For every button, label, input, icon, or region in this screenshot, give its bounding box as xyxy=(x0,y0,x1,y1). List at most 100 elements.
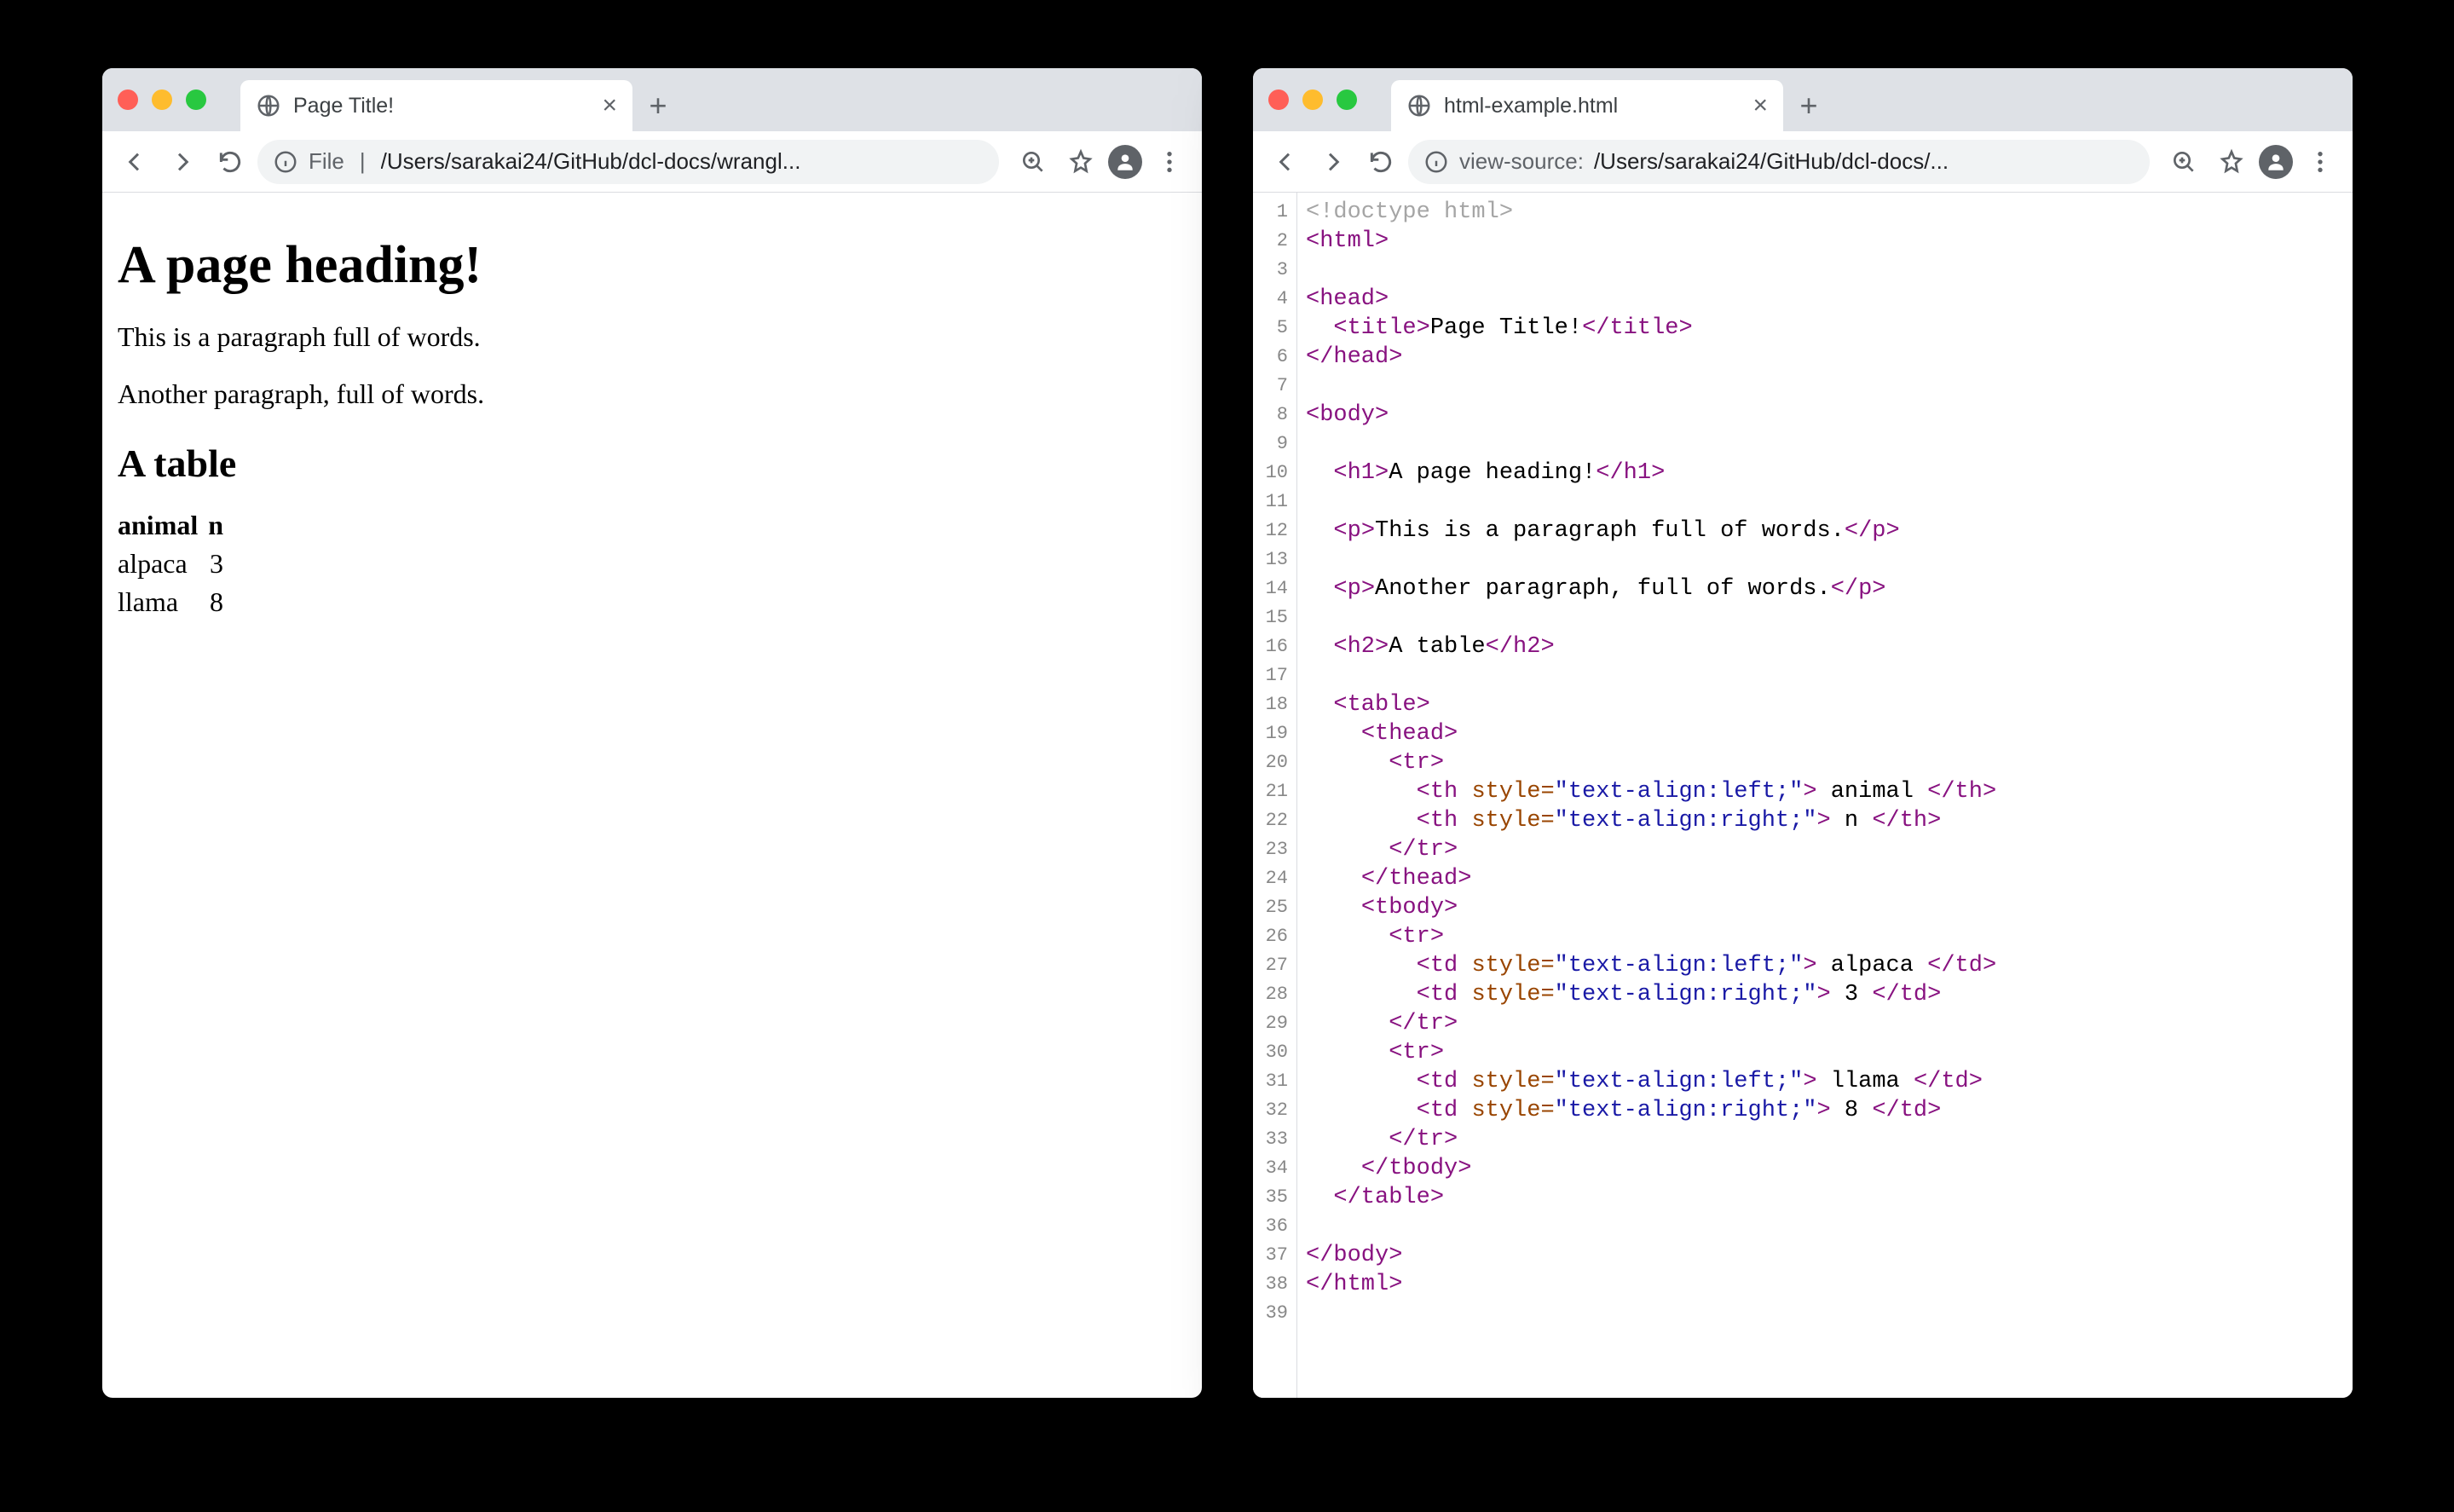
address-bar[interactable]: File | /Users/sarakai24/GitHub/dcl-docs/… xyxy=(257,140,999,184)
url-path: /Users/sarakai24/GitHub/dcl-docs/wrangl.… xyxy=(381,148,984,175)
close-window-button[interactable] xyxy=(1268,89,1289,110)
source-view: 1234567891011121314151617181920212223242… xyxy=(1253,193,2353,1398)
line-number: 22 xyxy=(1258,806,1288,835)
source-line xyxy=(1306,661,1996,690)
source-line: <h1>A page heading!</h1> xyxy=(1306,459,1996,488)
maximize-window-button[interactable] xyxy=(186,89,206,110)
line-number: 25 xyxy=(1258,893,1288,922)
line-number: 24 xyxy=(1258,864,1288,893)
line-number: 2 xyxy=(1258,227,1288,256)
minimize-window-button[interactable] xyxy=(152,89,172,110)
line-number: 5 xyxy=(1258,314,1288,343)
source-line xyxy=(1306,372,1996,401)
line-number: 4 xyxy=(1258,285,1288,314)
line-number: 31 xyxy=(1258,1067,1288,1096)
globe-icon xyxy=(1406,93,1432,118)
source-line: <tr> xyxy=(1306,1038,1996,1067)
line-number: 14 xyxy=(1258,574,1288,603)
tab-bar: html-example.html × + xyxy=(1253,68,2353,131)
toolbar: File | /Users/sarakai24/GitHub/dcl-docs/… xyxy=(102,131,1202,193)
url-scheme: view-source: xyxy=(1459,148,1584,175)
paragraph-2: Another paragraph, full of words. xyxy=(118,378,1187,410)
line-number: 36 xyxy=(1258,1212,1288,1241)
toolbar-right xyxy=(1006,141,1190,182)
menu-icon[interactable] xyxy=(1149,141,1190,182)
data-table: animal n alpaca 3 llama 8 xyxy=(118,506,234,621)
line-number: 28 xyxy=(1258,980,1288,1009)
line-number: 12 xyxy=(1258,517,1288,545)
line-number: 29 xyxy=(1258,1009,1288,1038)
close-window-button[interactable] xyxy=(118,89,138,110)
forward-button[interactable] xyxy=(1313,141,1354,182)
source-line: <!doctype html> xyxy=(1306,198,1996,227)
browser-window-rendered: Page Title! × + File | /Users/sarakai24/… xyxy=(102,68,1202,1398)
source-line: <td style="text-align:left;"> alpaca </t… xyxy=(1306,951,1996,980)
zoom-icon[interactable] xyxy=(1013,141,1054,182)
profile-avatar[interactable] xyxy=(2259,145,2293,179)
line-number: 30 xyxy=(1258,1038,1288,1067)
bookmark-icon[interactable] xyxy=(2211,141,2252,182)
paragraph-1: This is a paragraph full of words. xyxy=(118,321,1187,353)
source-line: </tr> xyxy=(1306,1125,1996,1154)
info-icon xyxy=(1423,149,1449,175)
close-tab-icon[interactable]: × xyxy=(1752,93,1768,118)
source-line xyxy=(1306,545,1996,574)
page-heading: A page heading! xyxy=(118,235,1187,296)
table-header: n xyxy=(208,506,234,545)
source-line: </body> xyxy=(1306,1241,1996,1270)
zoom-icon[interactable] xyxy=(2163,141,2204,182)
line-number: 19 xyxy=(1258,719,1288,748)
back-button[interactable] xyxy=(1265,141,1306,182)
source-code: <!doctype html><html> <head> <title>Page… xyxy=(1297,193,2005,1398)
reload-button[interactable] xyxy=(1360,141,1401,182)
line-number: 17 xyxy=(1258,661,1288,690)
line-number: 6 xyxy=(1258,343,1288,372)
source-line: </head> xyxy=(1306,343,1996,372)
line-number: 39 xyxy=(1258,1299,1288,1328)
line-number: 13 xyxy=(1258,545,1288,574)
table-heading: A table xyxy=(118,441,1187,486)
page-content: A page heading! This is a paragraph full… xyxy=(102,193,1202,640)
back-button[interactable] xyxy=(114,141,155,182)
line-number: 11 xyxy=(1258,488,1288,517)
maximize-window-button[interactable] xyxy=(1337,89,1357,110)
bookmark-icon[interactable] xyxy=(1060,141,1101,182)
table-row: llama 8 xyxy=(118,583,234,621)
line-number: 37 xyxy=(1258,1241,1288,1270)
source-line: </table> xyxy=(1306,1183,1996,1212)
line-number: 9 xyxy=(1258,430,1288,459)
browser-tab[interactable]: Page Title! × xyxy=(240,80,632,131)
toolbar-right xyxy=(2157,141,2341,182)
new-tab-button[interactable]: + xyxy=(632,80,684,131)
source-line: <tr> xyxy=(1306,922,1996,951)
source-line: </tr> xyxy=(1306,1009,1996,1038)
url-path: /Users/sarakai24/GitHub/dcl-docs/... xyxy=(1594,148,2134,175)
line-number: 3 xyxy=(1258,256,1288,285)
source-line: <th style="text-align:right;"> n </th> xyxy=(1306,806,1996,835)
source-line: </tr> xyxy=(1306,835,1996,864)
close-tab-icon[interactable]: × xyxy=(602,93,617,118)
line-number: 35 xyxy=(1258,1183,1288,1212)
profile-avatar[interactable] xyxy=(1108,145,1142,179)
line-number: 20 xyxy=(1258,748,1288,777)
line-number: 27 xyxy=(1258,951,1288,980)
source-line: <th style="text-align:left;"> animal </t… xyxy=(1306,777,1996,806)
menu-icon[interactable] xyxy=(2300,141,2341,182)
line-number: 34 xyxy=(1258,1154,1288,1183)
tab-title: html-example.html xyxy=(1444,94,1741,118)
traffic-lights xyxy=(1268,68,1391,131)
minimize-window-button[interactable] xyxy=(1302,89,1323,110)
browser-tab[interactable]: html-example.html × xyxy=(1391,80,1783,131)
source-line xyxy=(1306,1299,1996,1328)
tab-bar: Page Title! × + xyxy=(102,68,1202,131)
line-number: 18 xyxy=(1258,690,1288,719)
source-line: <h2>A table</h2> xyxy=(1306,632,1996,661)
toolbar: view-source: /Users/sarakai24/GitHub/dcl… xyxy=(1253,131,2353,193)
reload-button[interactable] xyxy=(210,141,251,182)
new-tab-button[interactable]: + xyxy=(1783,80,1834,131)
traffic-lights xyxy=(118,68,240,131)
browser-window-source: html-example.html × + view-source: /User… xyxy=(1253,68,2353,1398)
address-bar[interactable]: view-source: /Users/sarakai24/GitHub/dcl… xyxy=(1408,140,2150,184)
forward-button[interactable] xyxy=(162,141,203,182)
line-number: 7 xyxy=(1258,372,1288,401)
